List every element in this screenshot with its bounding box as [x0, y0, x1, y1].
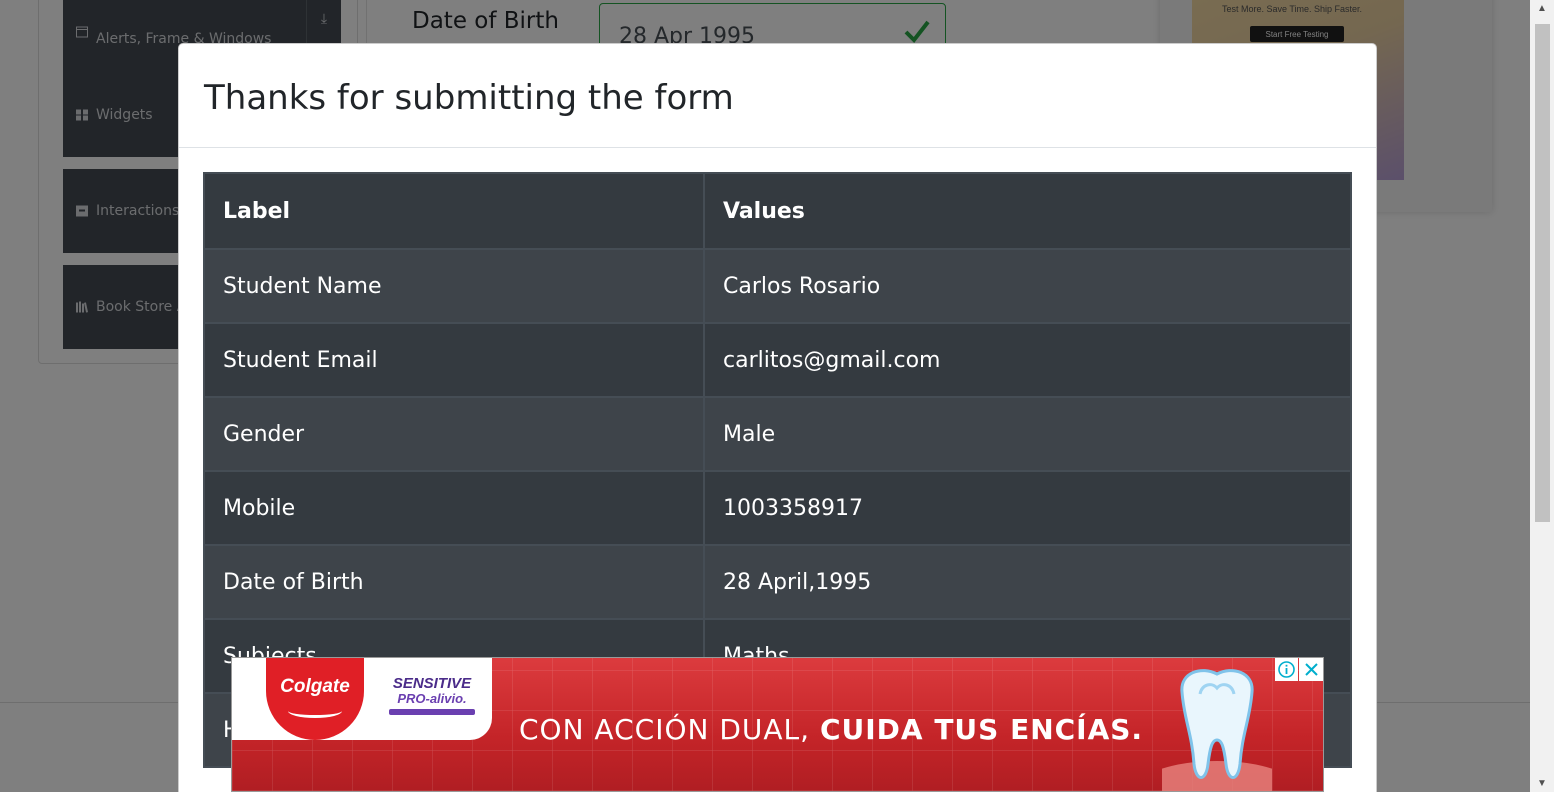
ad-info-icon[interactable] — [1275, 658, 1298, 681]
row-value: Carlos Rosario — [703, 248, 1352, 324]
ad-headline-regular: CON ACCIÓN DUAL, — [519, 713, 820, 746]
logo-smile-swoosh — [288, 704, 342, 718]
table-row: Mobile 1003358917 — [203, 470, 1352, 546]
tooth-illustration — [1162, 669, 1272, 791]
table-header-row: Label Values — [203, 172, 1352, 250]
vertical-scrollbar[interactable]: ▲ ▼ — [1530, 0, 1554, 792]
ad-headline-bold: CUIDA TUS ENCÍAS. — [819, 713, 1144, 746]
modal-header: Thanks for submitting the form — [179, 44, 1376, 148]
colgate-logo: Colgate — [266, 658, 364, 740]
row-label: Student Email — [203, 322, 705, 398]
row-label: Mobile — [203, 470, 705, 546]
table-row: Gender Male — [203, 396, 1352, 472]
ad-close-icon[interactable] — [1299, 658, 1323, 681]
product-bar — [389, 709, 475, 715]
modal-title: Thanks for submitting the form — [204, 78, 734, 118]
column-header-values: Values — [703, 172, 1352, 250]
row-value: 28 April,1995 — [703, 544, 1352, 620]
row-label: Student Name — [203, 248, 705, 324]
product-subname: PRO-alivio. — [397, 691, 467, 706]
scrollbar-thumb[interactable] — [1535, 24, 1550, 522]
table-row: Student Email carlitos@gmail.com — [203, 322, 1352, 398]
row-value: 1003358917 — [703, 470, 1352, 546]
bottom-ad-banner[interactable]: Colgate SENSITIVE PRO-alivio. CON ACCIÓN… — [231, 657, 1324, 792]
ad-logo-area: Colgate SENSITIVE PRO-alivio. — [232, 658, 492, 740]
product-logo: SENSITIVE PRO-alivio. — [382, 676, 482, 715]
scroll-down-icon[interactable]: ▼ — [1530, 775, 1554, 792]
row-label: Date of Birth — [203, 544, 705, 620]
table-row: Student Name Carlos Rosario — [203, 248, 1352, 324]
row-value: Male — [703, 396, 1352, 472]
table-row: Date of Birth 28 April,1995 — [203, 544, 1352, 620]
row-label: Gender — [203, 396, 705, 472]
scroll-up-icon[interactable]: ▲ — [1530, 0, 1554, 17]
column-header-label: Label — [203, 172, 705, 250]
row-value: carlitos@gmail.com — [703, 322, 1352, 398]
product-name: SENSITIVE — [392, 675, 472, 692]
ad-headline: CON ACCIÓN DUAL, CUIDA TUS ENCÍAS. — [519, 713, 1143, 746]
